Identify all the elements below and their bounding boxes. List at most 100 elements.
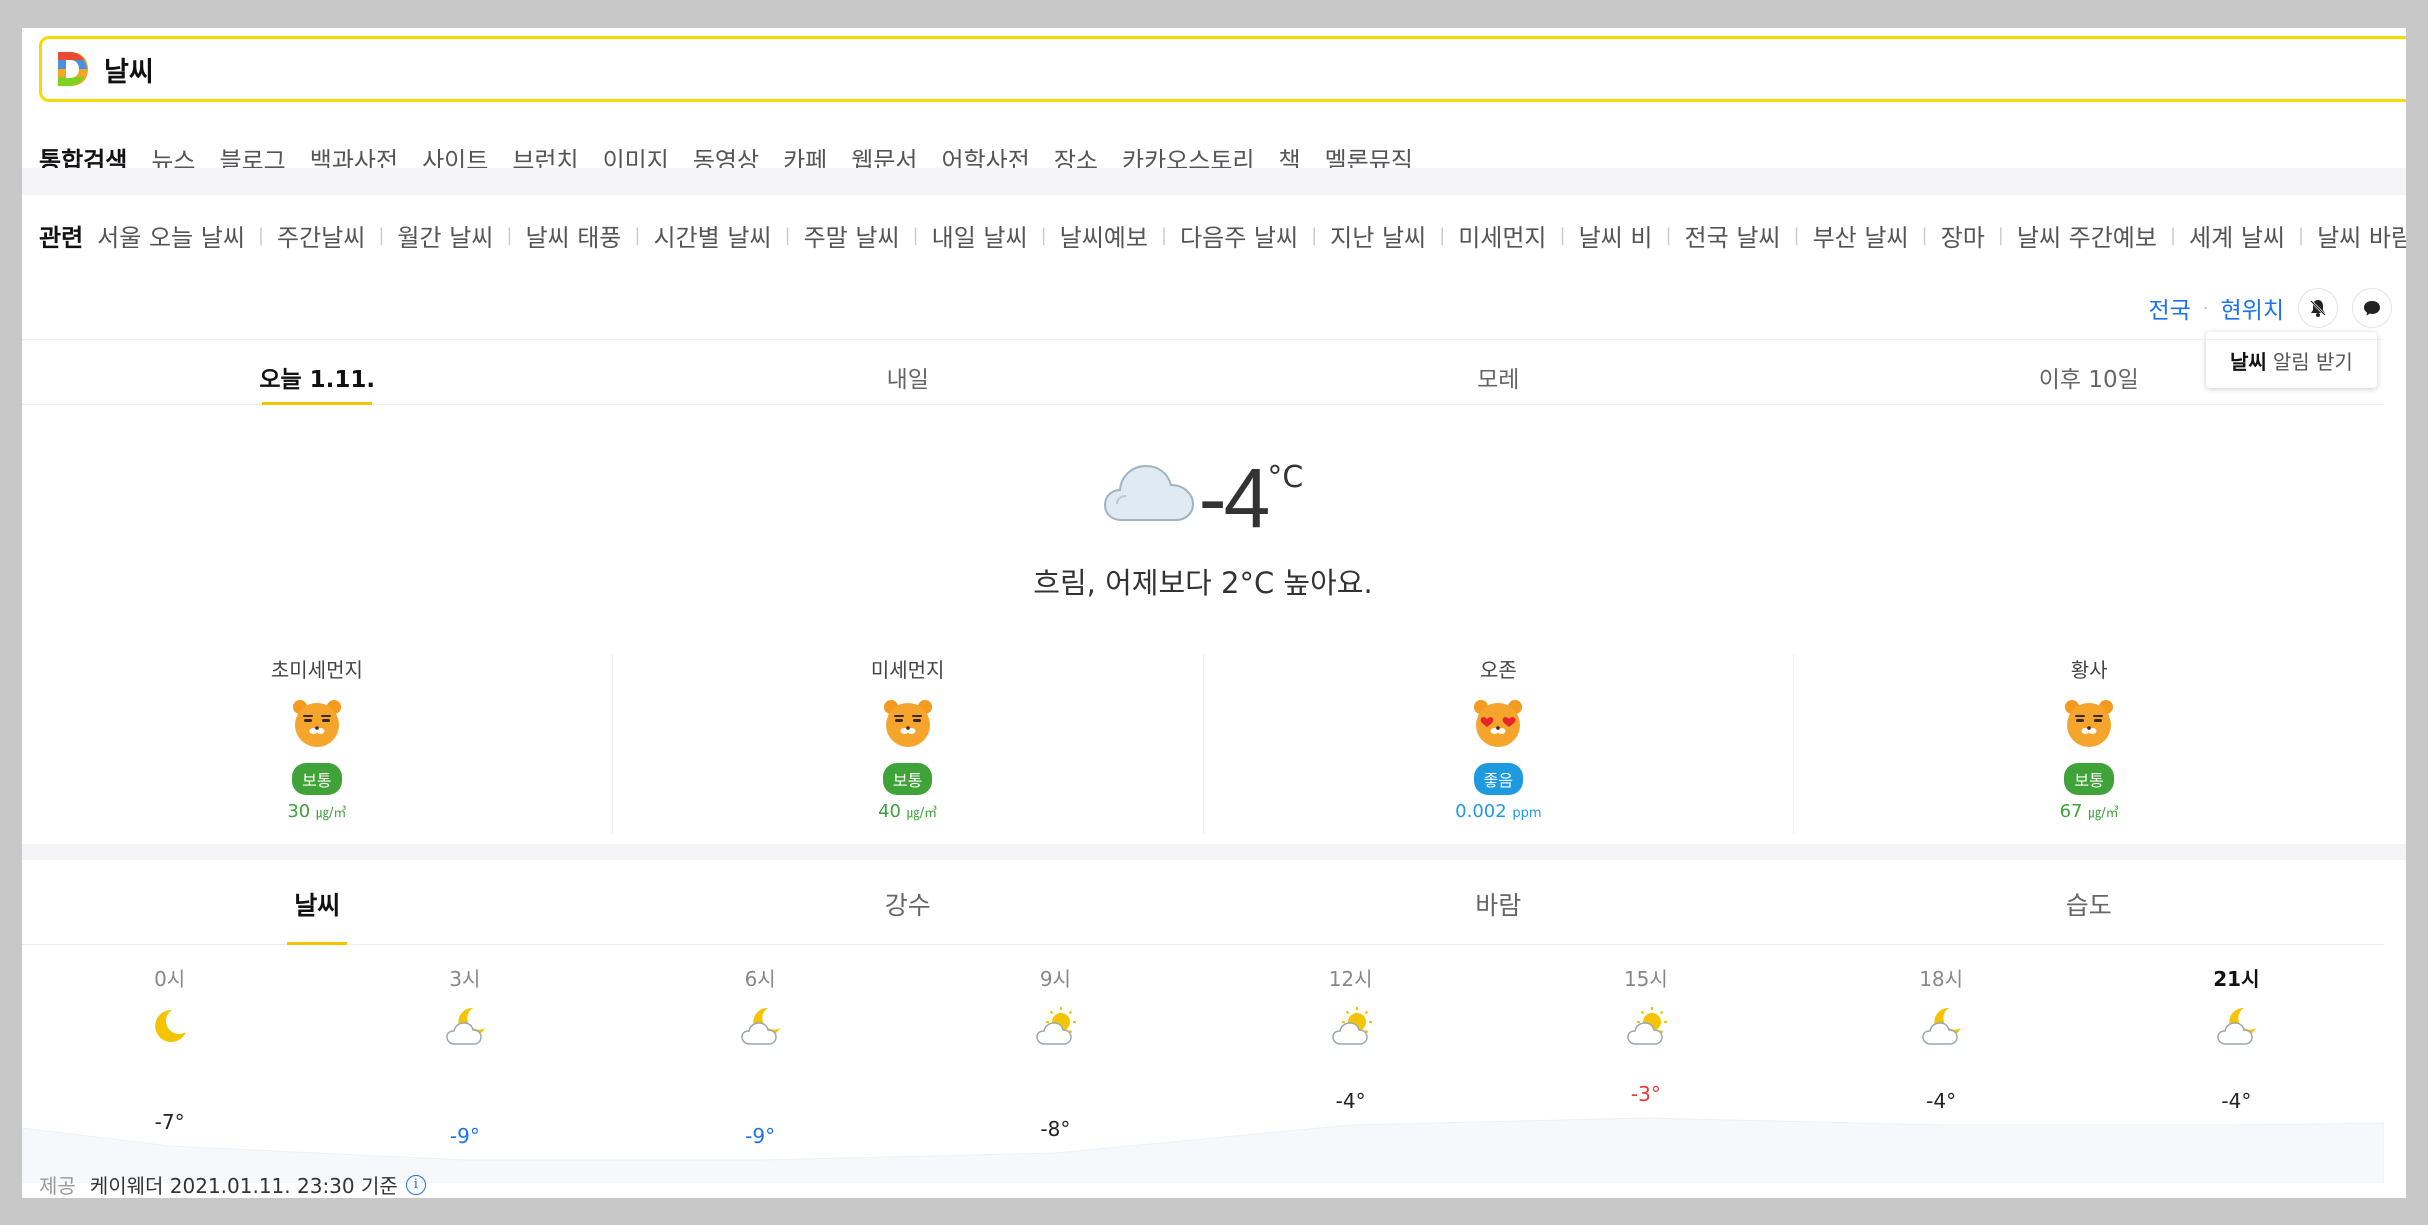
air-quality-item[interactable]: 미세먼지 보통 40 ㎍/㎥ — [613, 654, 1204, 834]
air-quality-row: 초미세먼지 보통 30 ㎍/㎥ 미세먼지 보통 40 ㎍/㎥ 오존 좋음 0.002 ppm 황사… — [22, 654, 2384, 834]
air-quality-item[interactable]: 황사 보통 67 ㎍/㎥ — [1794, 654, 2384, 834]
current-temperature: -4 — [1198, 451, 1271, 545]
related-keyword-link[interactable]: 내일 날씨 — [932, 218, 1028, 253]
active-underline — [262, 402, 373, 405]
related-keyword-link[interactable]: 세계 날씨 — [2189, 218, 2285, 253]
separator: | — [634, 224, 641, 246]
divider — [22, 844, 2406, 860]
hourly-item[interactable]: 12시 — [1291, 945, 1411, 1048]
related-keyword-link[interactable]: 부산 날씨 — [1813, 218, 1909, 253]
related-keyword-link[interactable]: 전국 날씨 — [1685, 218, 1781, 253]
related-keyword-link[interactable]: 주간날씨 — [277, 218, 365, 253]
speech-bubble-icon — [2364, 301, 2380, 316]
hourly-temperature: -8° — [1040, 1117, 1071, 1141]
separator: | — [378, 224, 385, 246]
daum-logo-icon — [58, 52, 88, 86]
air-quality-item[interactable]: 초미세먼지 보통 30 ㎍/㎥ — [22, 654, 613, 834]
hourly-temperature: -4° — [1335, 1089, 1366, 1113]
related-keyword-link[interactable]: 장마 — [1941, 218, 1985, 253]
current-location-link[interactable]: 현위치 — [2221, 291, 2284, 325]
separator: | — [2298, 224, 2305, 246]
hourly-item[interactable]: 15시 — [1586, 945, 1706, 1048]
category-tab[interactable]: 장소 — [1054, 116, 1098, 173]
info-icon[interactable]: i — [405, 1174, 426, 1195]
separator: | — [1921, 224, 1928, 246]
forecast-tab[interactable]: 바람 — [1203, 860, 1794, 944]
hourly-temperature: -4° — [2221, 1089, 2252, 1113]
air-quality-name: 오존 — [1479, 658, 1517, 682]
divider — [22, 168, 2406, 195]
category-tab[interactable]: 책 — [1278, 116, 1300, 173]
category-tab[interactable]: 사이트 — [422, 116, 488, 173]
separator: | — [1311, 224, 1318, 246]
related-keyword-link[interactable]: 다음주 날씨 — [1180, 218, 1298, 253]
category-tab[interactable]: 블로그 — [220, 116, 286, 173]
category-tab[interactable]: 카카오스토리 — [1122, 116, 1254, 173]
related-keyword-link[interactable]: 주말 날씨 — [804, 218, 900, 253]
category-tab[interactable]: 백과사전 — [310, 116, 398, 173]
day-tab-label: 내일 — [886, 367, 929, 393]
sun-cloud-icon — [1033, 1004, 1077, 1048]
category-tabs: 통합검색 뉴스 블로그 백과사전 사이트 브런치 이미지 동영상 카페 웹문서 어학사전 장소 카카오스… — [39, 116, 1437, 182]
day-tab[interactable]: 오늘 1.11. — [22, 340, 613, 405]
category-tab[interactable]: 뉴스 — [151, 116, 195, 173]
related-keyword-link[interactable]: 날씨예보 — [1060, 218, 1148, 253]
forecast-tab[interactable]: 날씨 — [22, 860, 613, 945]
hour-label: 15시 — [1623, 967, 1668, 991]
alarm-button[interactable] — [2298, 288, 2338, 328]
ryan-heart-eyes-face-icon — [1472, 697, 1524, 749]
related-keyword-link[interactable]: 월간 날씨 — [397, 218, 493, 253]
hour-label: 6시 — [744, 967, 776, 991]
hourly-item[interactable]: 3시 — [405, 945, 525, 1048]
nation-link[interactable]: 전국 — [2148, 291, 2190, 325]
category-tab[interactable]: 통합검색 — [39, 116, 128, 182]
related-keyword-link[interactable]: 시간별 날씨 — [653, 218, 771, 253]
location-bar: 전국 · 현위치 — [2148, 283, 2392, 333]
category-tab[interactable]: 웹문서 — [851, 116, 917, 173]
weather-page: 날씨 통합검색 뉴스 블로그 백과사전 사이트 브런치 이미지 동영상 카페 웹문서 어학사전 장소 카… — [22, 28, 2406, 1198]
search-query[interactable]: 날씨 — [104, 50, 154, 89]
hourly-item[interactable]: 0시 — [110, 945, 230, 1048]
hourly-item[interactable]: 9시 — [995, 945, 1115, 1048]
air-quality-unit: ppm — [1512, 806, 1542, 821]
provider-text: 케이웨더 2021.01.11. 23:30 기준 — [89, 1174, 398, 1198]
air-quality-unit: ㎍/㎥ — [2088, 806, 2119, 821]
separator: | — [1160, 224, 1168, 246]
separator: | — [912, 224, 919, 246]
category-tab[interactable]: 카페 — [783, 116, 827, 173]
moon-cloud-icon — [1919, 1004, 1963, 1048]
sun-cloud-icon — [1329, 1004, 1373, 1048]
category-tab[interactable]: 이미지 — [603, 116, 669, 173]
hourly-item[interactable]: 21시 — [2176, 945, 2296, 1048]
ryan-normal-face-icon — [291, 697, 343, 749]
hourly-temperature: -3° — [1630, 1082, 1661, 1106]
related-keyword-link[interactable]: 서울 오늘 날씨 — [97, 218, 245, 253]
day-tab[interactable]: 모레 — [1203, 340, 1794, 404]
comment-button[interactable] — [2352, 288, 2392, 328]
hourly-item[interactable]: 18시 — [1881, 945, 2001, 1048]
related-keyword-link[interactable]: 날씨 태풍 — [525, 218, 621, 253]
forecast-tab[interactable]: 습도 — [1794, 860, 2385, 944]
hour-label: 21시 — [2213, 967, 2260, 991]
hourly-item[interactable]: 6시 — [700, 945, 820, 1048]
separator: | — [1559, 224, 1566, 246]
air-quality-item[interactable]: 오존 좋음 0.002 ppm — [1204, 654, 1795, 834]
day-tab[interactable]: 내일 — [613, 340, 1204, 404]
related-keyword-link[interactable]: 날씨 바람 — [2317, 218, 2406, 253]
day-tab-label: 오늘 1.11. — [259, 367, 376, 393]
forecast-tab-label: 강수 — [884, 891, 931, 920]
related-keyword-link[interactable]: 지난 날씨 — [1330, 218, 1426, 253]
separator: | — [1997, 224, 2004, 246]
related-keyword-link[interactable]: 날씨 비 — [1579, 218, 1653, 253]
category-tab[interactable]: 브런치 — [512, 116, 578, 173]
category-tab[interactable]: 동영상 — [693, 116, 759, 173]
forecast-tab[interactable]: 강수 — [613, 860, 1204, 944]
category-tab[interactable]: 어학사전 — [942, 116, 1030, 173]
hourly-temperature: -4° — [1926, 1089, 1957, 1113]
hour-label: 18시 — [1919, 967, 1964, 991]
search-box[interactable]: 날씨 — [39, 36, 2406, 102]
day-tab[interactable]: 이후 10일 — [1794, 340, 2385, 404]
category-tab[interactable]: 멜론뮤직 — [1325, 116, 1413, 173]
related-keyword-link[interactable]: 날씨 주간예보 — [2017, 218, 2157, 253]
related-keyword-link[interactable]: 미세먼지 — [1458, 218, 1546, 253]
